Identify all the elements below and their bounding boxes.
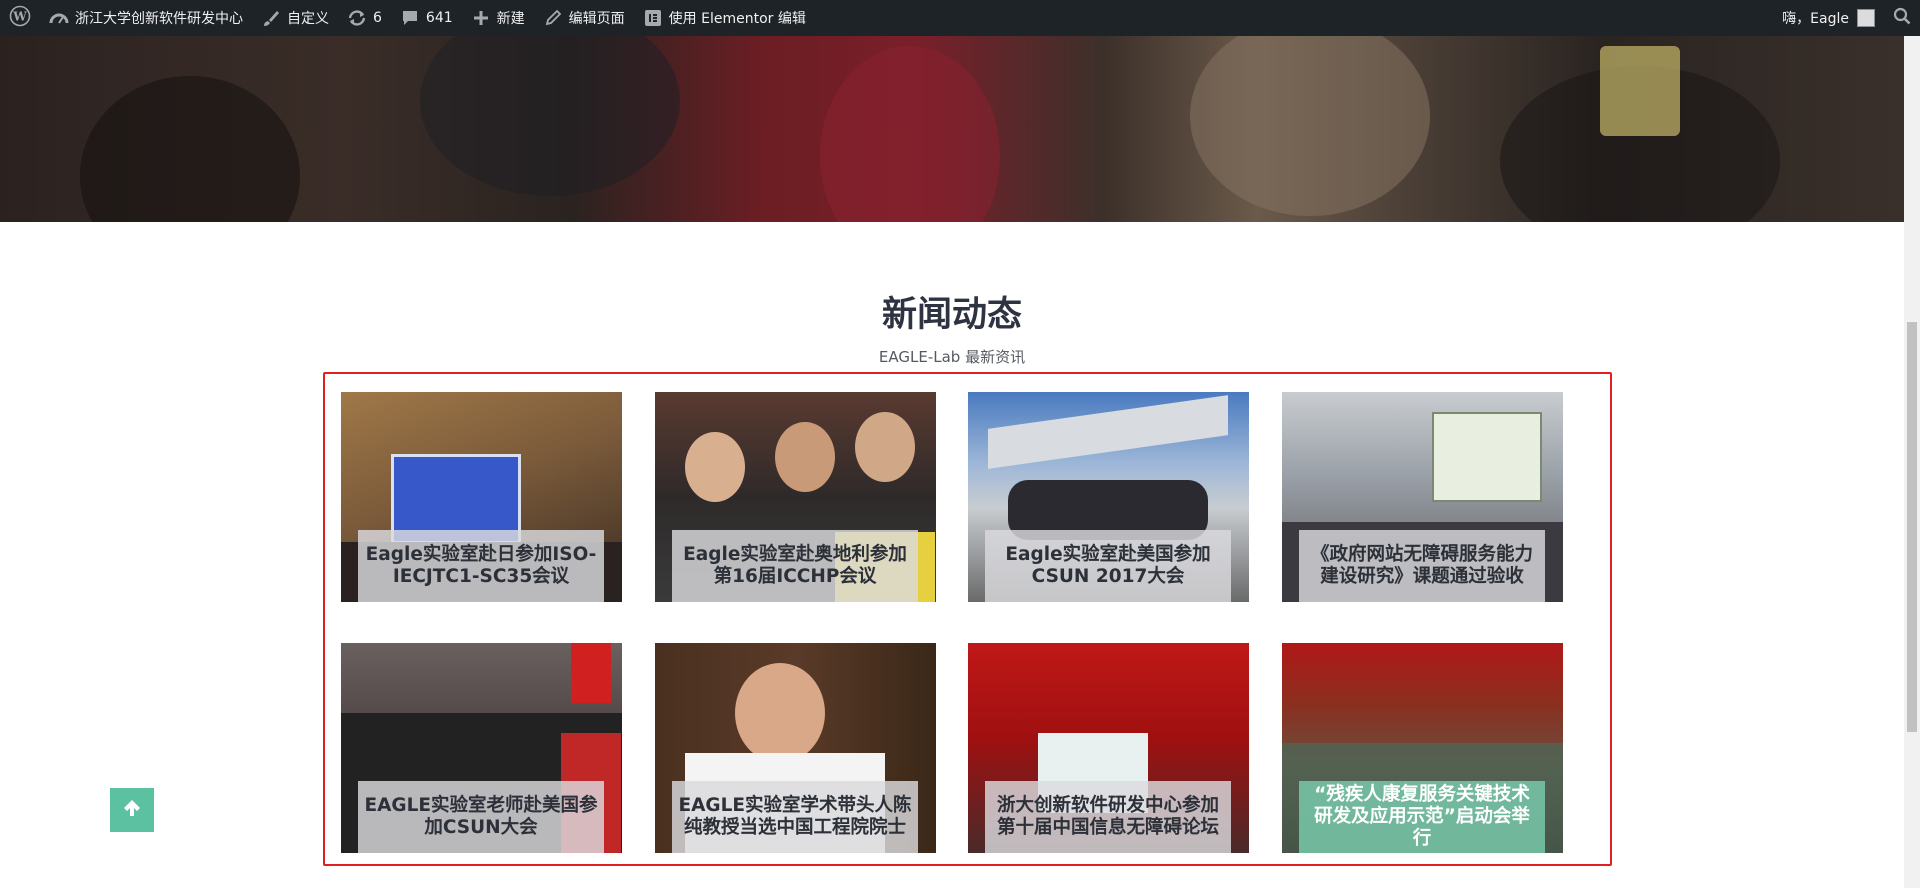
elementor-edit-label: 使用 Elementor 编辑: [668, 11, 806, 27]
news-caption: Eagle实验室赴日参加ISO-IECJTC1-SC35会议: [358, 530, 604, 602]
comments-menu[interactable]: 641: [391, 0, 462, 36]
back-to-top-button[interactable]: [110, 788, 154, 832]
news-card[interactable]: Eagle实验室赴日参加ISO-IECJTC1-SC35会议: [341, 392, 622, 602]
search-icon: [1893, 7, 1911, 29]
admin-bar-secondary: 嗨，Eagle: [1773, 0, 1920, 36]
comments-count: 641: [425, 10, 453, 26]
my-account-menu[interactable]: 嗨，Eagle: [1773, 0, 1884, 36]
edit-page-label: 编辑页面: [568, 11, 625, 27]
news-caption: Eagle实验室赴奥地利参加第16届ICCHP会议: [672, 530, 918, 602]
news-caption: 《政府网站无障碍服务能力建设研究》课题通过验收: [1299, 530, 1545, 602]
pencil-icon: [543, 8, 563, 28]
news-caption: “残疾人康复服务关键技术研发及应用示范”启动会举行: [1299, 781, 1545, 853]
wordpress-icon: W: [9, 5, 31, 31]
comment-icon: [400, 8, 420, 28]
admin-bar: W 浙江大学创新软件研发中心 自定义 6 641 新建 编辑页面 使用 Elem…: [0, 0, 1920, 36]
updates-icon: [347, 8, 367, 28]
wordpress-menu[interactable]: W: [0, 0, 40, 36]
new-label: 新建: [496, 11, 525, 27]
site-name-menu[interactable]: 浙江大学创新软件研发中心: [40, 0, 252, 36]
news-caption: 浙大创新软件研发中心参加第十届中国信息无障碍论坛: [985, 781, 1231, 853]
news-caption: EAGLE实验室学术带头人陈纯教授当选中国工程院院士: [672, 781, 918, 853]
news-caption: EAGLE实验室老师赴美国参加CSUN大会: [358, 781, 604, 853]
admin-search-button[interactable]: [1884, 0, 1920, 36]
news-card[interactable]: 浙大创新软件研发中心参加第十届中国信息无障碍论坛: [968, 643, 1249, 853]
brush-icon: [261, 8, 281, 28]
svg-text:W: W: [12, 10, 27, 24]
news-card[interactable]: Eagle实验室赴美国参加CSUN 2017大会: [968, 392, 1249, 602]
dashboard-icon: [49, 8, 69, 28]
updates-count: 6: [373, 10, 382, 26]
section-subtitle: EAGLE-Lab 最新资讯: [878, 348, 1026, 366]
section-title: 新闻动态: [881, 295, 1022, 335]
news-card[interactable]: 《政府网站无障碍服务能力建设研究》课题通过验收: [1282, 392, 1563, 602]
elementor-edit-menu[interactable]: 使用 Elementor 编辑: [634, 0, 815, 36]
site-name-label: 浙江大学创新软件研发中心: [75, 11, 243, 27]
news-card[interactable]: “残疾人康复服务关键技术研发及应用示范”启动会举行: [1282, 643, 1563, 853]
arrow-up-icon: [121, 797, 143, 823]
news-card[interactable]: Eagle实验室赴奥地利参加第16届ICCHP会议: [655, 392, 936, 602]
new-content-menu[interactable]: 新建: [462, 0, 534, 36]
news-card[interactable]: EAGLE实验室学术带头人陈纯教授当选中国工程院院士: [655, 643, 936, 853]
edit-page-menu[interactable]: 编辑页面: [534, 0, 634, 36]
hero-image: [0, 36, 1904, 222]
scrollbar-thumb[interactable]: [1907, 322, 1917, 732]
news-caption: Eagle实验室赴美国参加CSUN 2017大会: [985, 530, 1231, 602]
news-card[interactable]: EAGLE实验室老师赴美国参加CSUN大会: [341, 643, 622, 853]
updates-menu[interactable]: 6: [338, 0, 391, 36]
plus-icon: [471, 8, 491, 28]
avatar: [1857, 9, 1875, 27]
elementor-icon: [643, 8, 663, 28]
greeting-label: 嗨，Eagle: [1782, 11, 1849, 27]
customize-label: 自定义: [287, 11, 329, 27]
page-scrollbar[interactable]: [1904, 36, 1920, 888]
customize-menu[interactable]: 自定义: [252, 0, 338, 36]
